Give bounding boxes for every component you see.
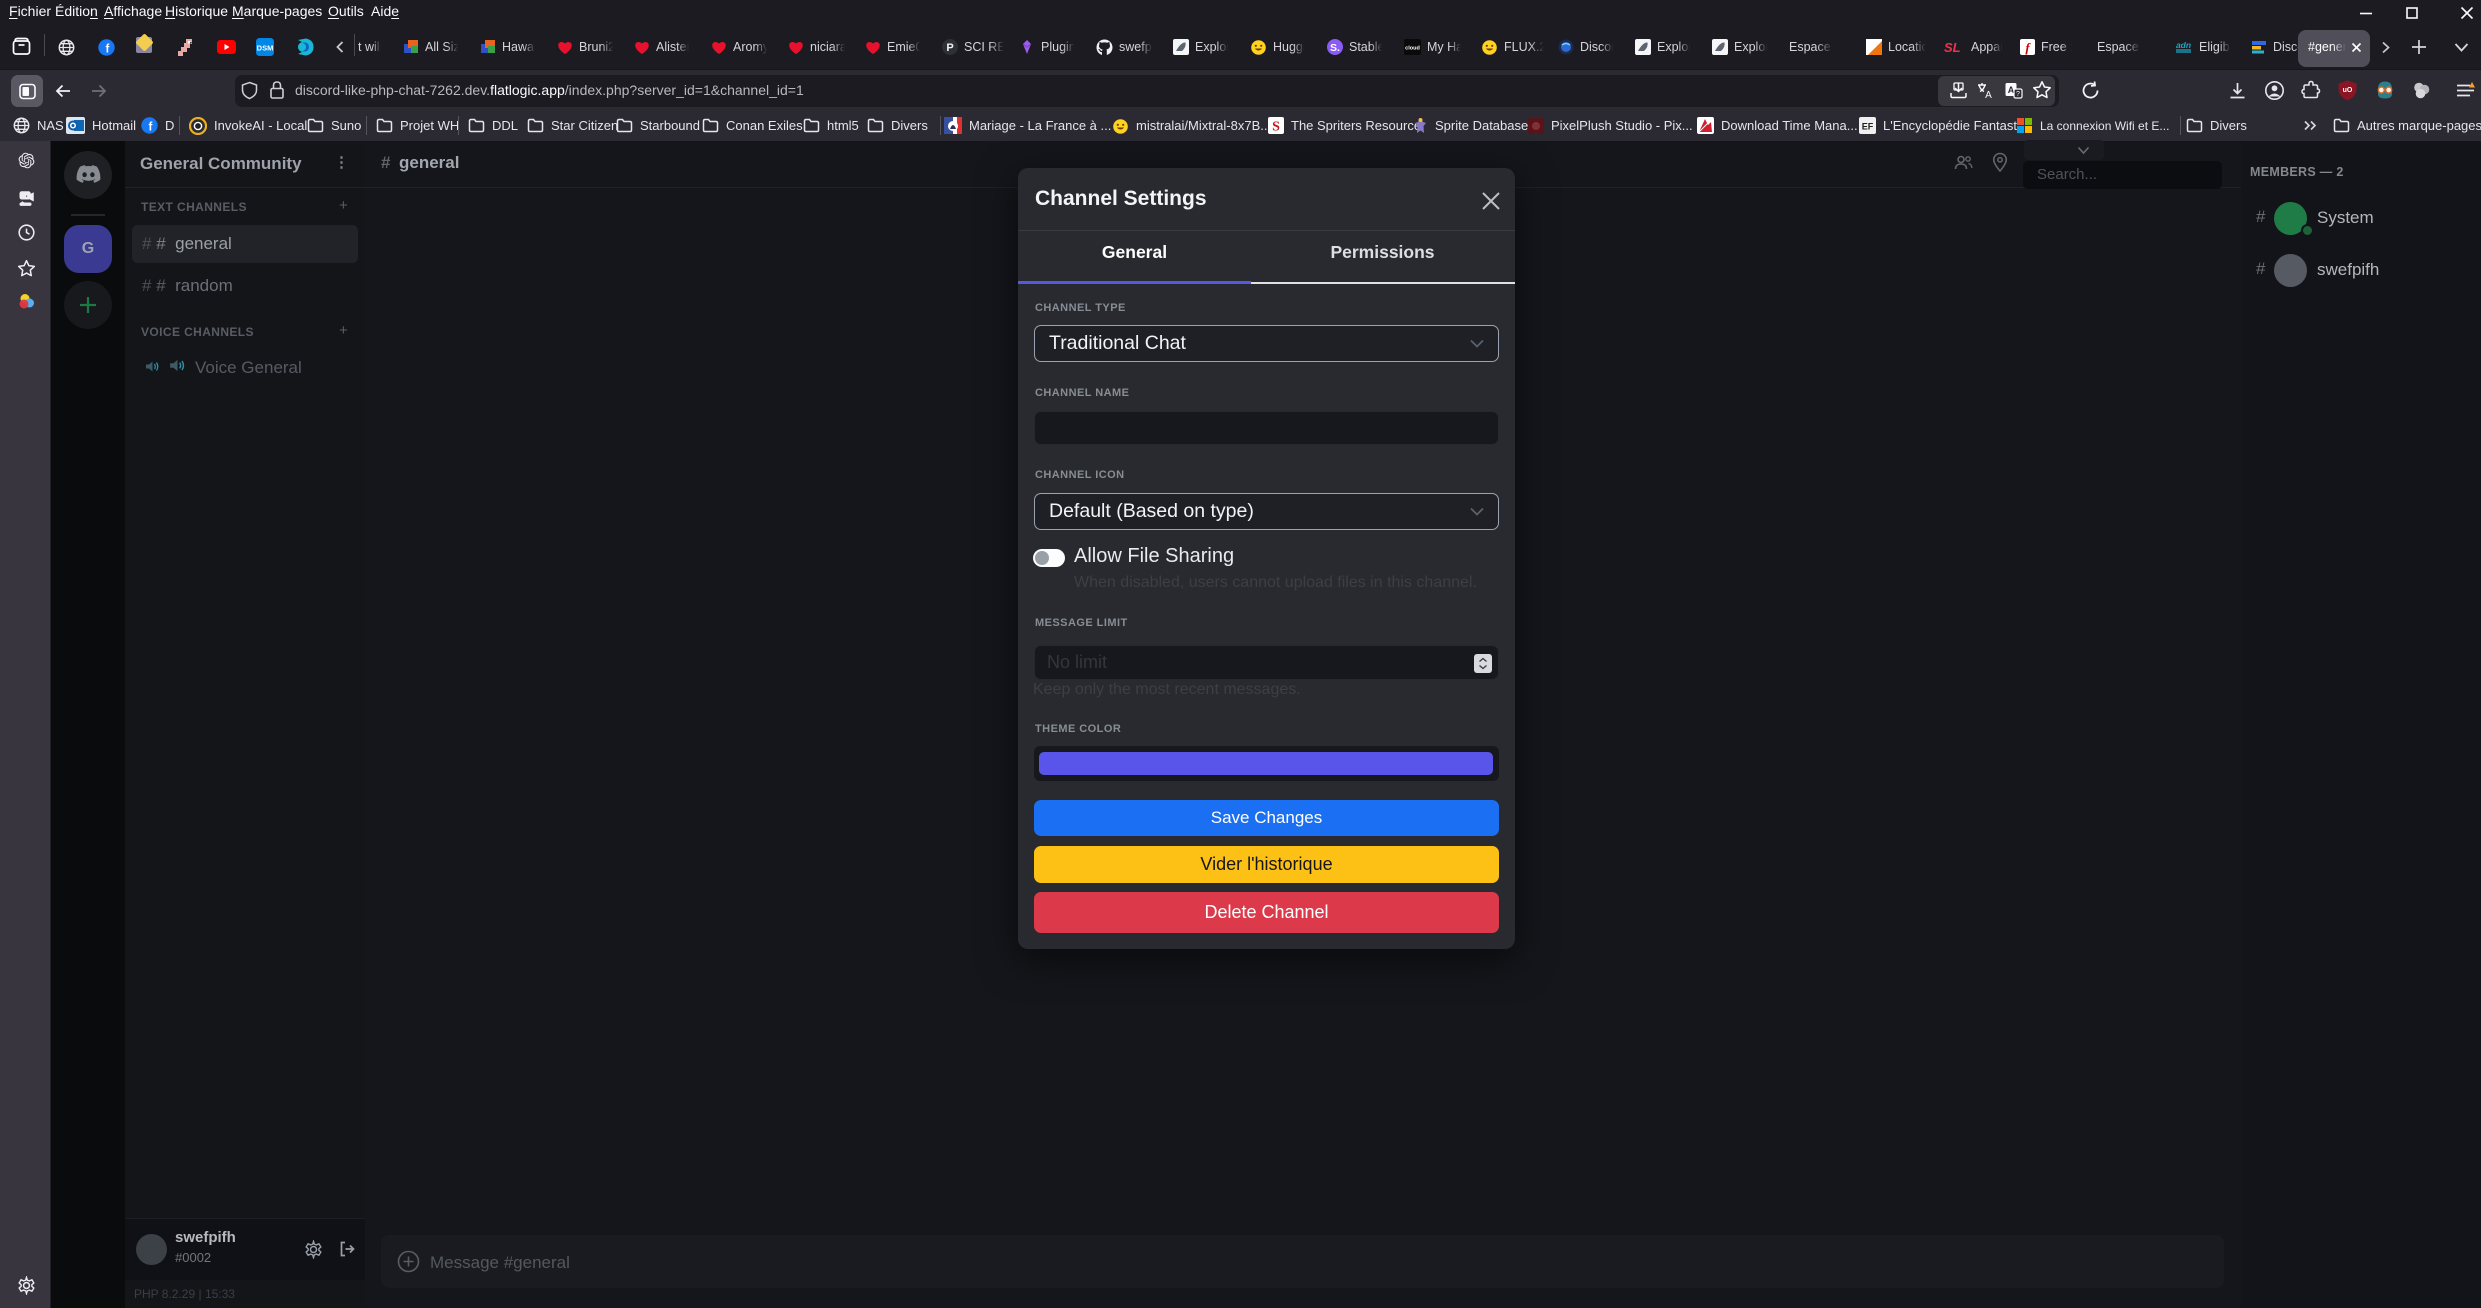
svg-text:SL: SL bbox=[1944, 40, 1961, 54]
svg-text:S: S bbox=[1272, 120, 1280, 135]
svg-text:uO: uO bbox=[2343, 87, 2353, 94]
svg-text:?: ? bbox=[2016, 91, 2020, 98]
svg-text:A: A bbox=[1985, 90, 1992, 100]
svg-text:S.: S. bbox=[1330, 42, 1340, 54]
svg-text:adn: adn bbox=[2176, 40, 2191, 50]
svg-text:P: P bbox=[946, 42, 953, 54]
svg-text:f: f bbox=[105, 44, 109, 56]
svg-text:EF: EF bbox=[1862, 122, 1874, 132]
svg-text:DSM: DSM bbox=[257, 44, 274, 53]
svg-text:f: f bbox=[148, 122, 152, 134]
svg-text:cloud: cloud bbox=[1405, 46, 1420, 52]
